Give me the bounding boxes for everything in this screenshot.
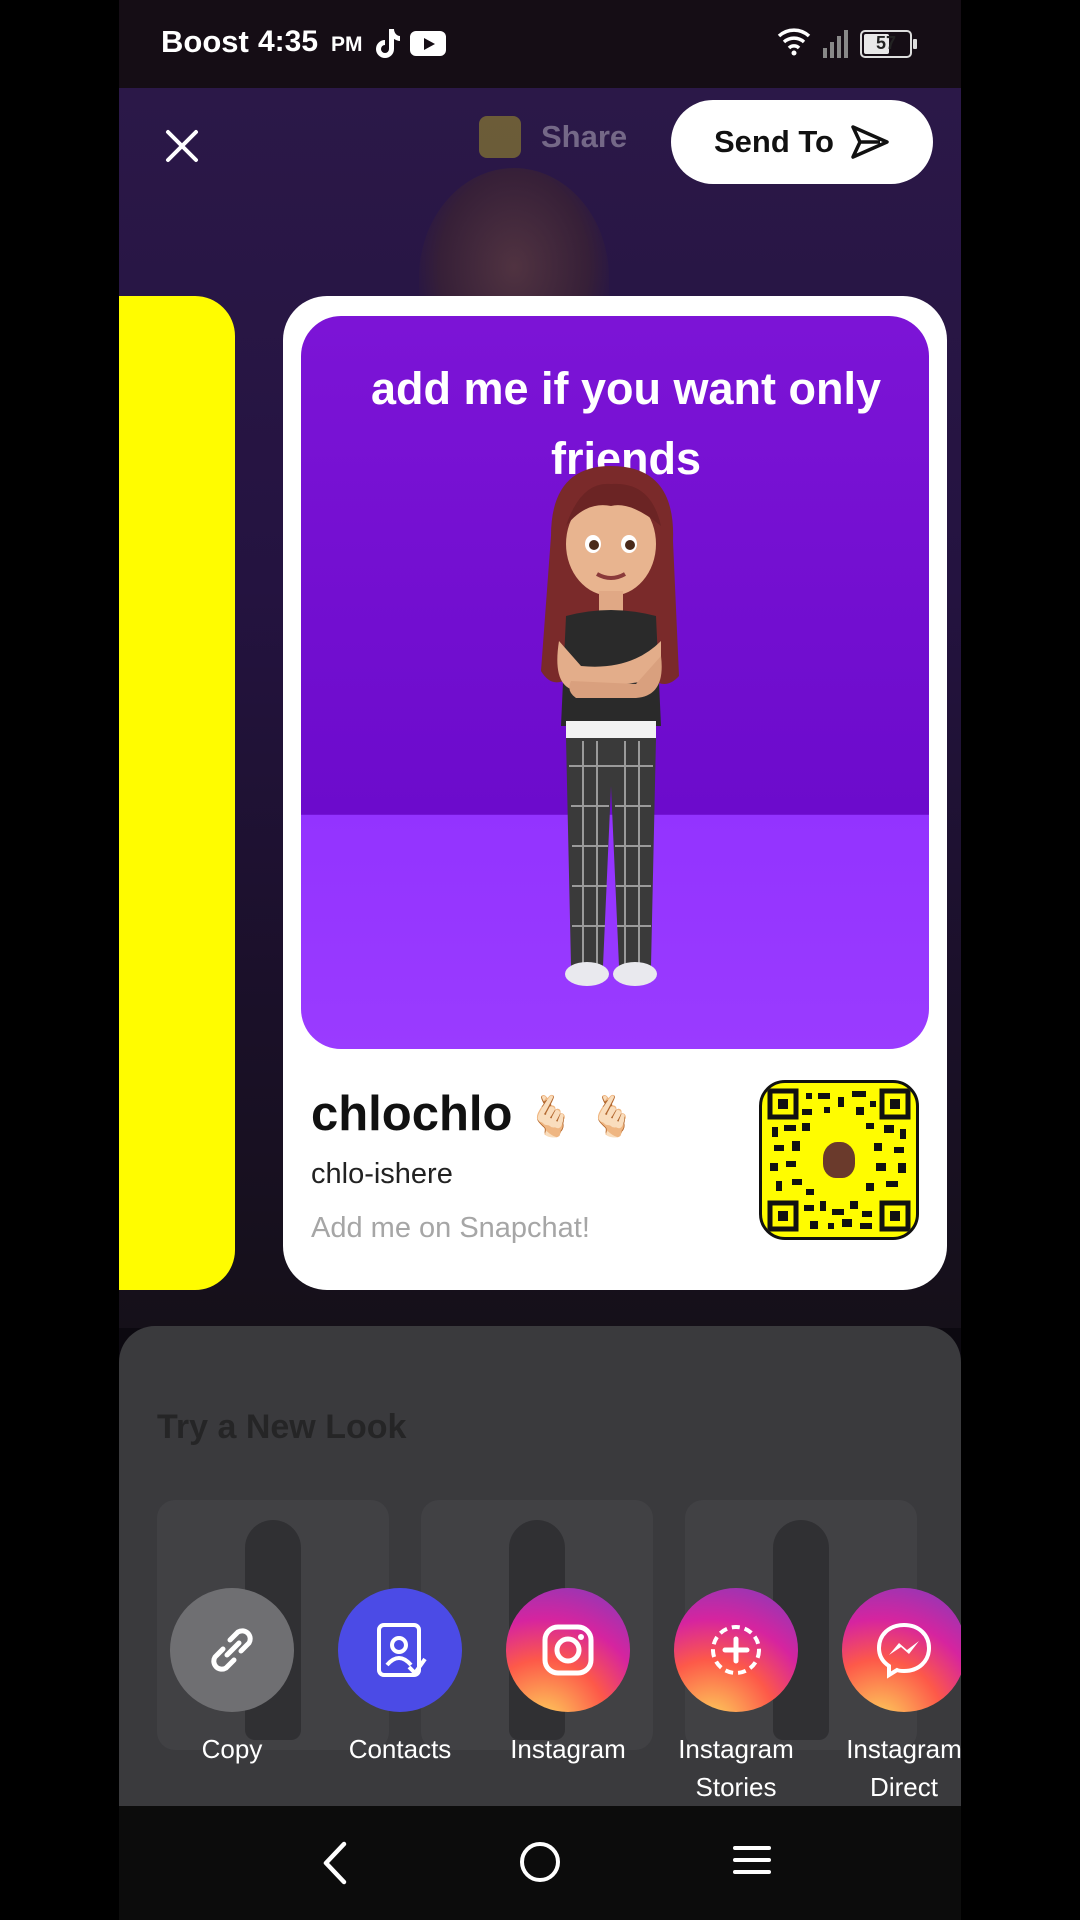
clock-ampm: PM — [331, 33, 363, 56]
username: chlo-ishere — [311, 1158, 453, 1190]
battery-percent: 57 — [875, 33, 897, 53]
copy-label: Copy — [201, 1734, 263, 1764]
instagram-direct-label: Instagram Direct — [846, 1734, 961, 1802]
contacts-icon — [338, 1588, 462, 1712]
profile-card[interactable]: add me if you want only friends chlochlo… — [283, 296, 947, 1290]
instagram-stories-label: Instagram Stories — [678, 1734, 794, 1802]
tiktok-icon — [376, 29, 400, 58]
instagram-direct-button[interactable]: Instagram Direct — [834, 1588, 961, 1806]
recents-icon[interactable] — [733, 1844, 771, 1876]
close-icon — [166, 130, 198, 162]
display-name-emoji: 🫰🏻 🫰🏻 — [526, 1095, 637, 1139]
share-label: Share — [541, 119, 628, 154]
link-icon — [170, 1588, 294, 1712]
add-me-tagline: Add me on Snapchat! — [311, 1212, 590, 1244]
send-to-label: Send To — [714, 124, 834, 159]
system-nav-bar — [119, 1806, 961, 1920]
snapcode-qr[interactable] — [759, 1080, 919, 1240]
profile-card-artwork: add me if you want only friends — [301, 316, 929, 1049]
instagram-stories-button[interactable]: Instagram Stories — [666, 1588, 806, 1806]
phone-screen: Boost 4:35 PM 57 ⌂ — [119, 0, 961, 1920]
display-name-text: chlochlo — [311, 1087, 513, 1141]
battery-icon: 57 — [860, 30, 917, 58]
close-button[interactable] — [147, 111, 217, 181]
contacts-label: Contacts — [348, 1734, 452, 1764]
send-to-button[interactable]: Send To — [671, 100, 933, 184]
share-tab[interactable]: Share — [479, 116, 627, 174]
messenger-icon — [842, 1588, 961, 1712]
instagram-label: Instagram — [510, 1734, 626, 1764]
bitmoji-avatar — [541, 466, 679, 986]
send-arrow-icon — [851, 125, 889, 159]
try-new-look-title: Try a New Look — [157, 1408, 407, 1446]
copy-link-button[interactable]: Copy — [162, 1588, 302, 1768]
instagram-button[interactable]: Instagram — [498, 1588, 638, 1768]
snapcode-card-previous[interactable] — [119, 296, 235, 1290]
wifi-icon — [777, 28, 811, 56]
instagram-stories-icon — [674, 1588, 798, 1712]
instagram-icon — [506, 1588, 630, 1712]
display-name: chlochlo 🫰🏻 🫰🏻 — [311, 1086, 637, 1142]
home-icon[interactable] — [520, 1842, 560, 1882]
share-actions-row: Copy Contacts Instagram Instagram Storie… — [119, 1588, 961, 1808]
contacts-button[interactable]: Contacts — [330, 1588, 470, 1768]
clock: 4:35 — [258, 25, 319, 58]
signal-icon — [823, 30, 848, 58]
snapcode-icon — [479, 116, 521, 158]
carrier-label: Boost — [161, 24, 249, 59]
back-icon[interactable] — [316, 1838, 356, 1888]
status-bar: Boost 4:35 PM 57 — [119, 0, 961, 88]
youtube-icon — [410, 31, 446, 56]
snapcode-avatar — [815, 1136, 863, 1184]
